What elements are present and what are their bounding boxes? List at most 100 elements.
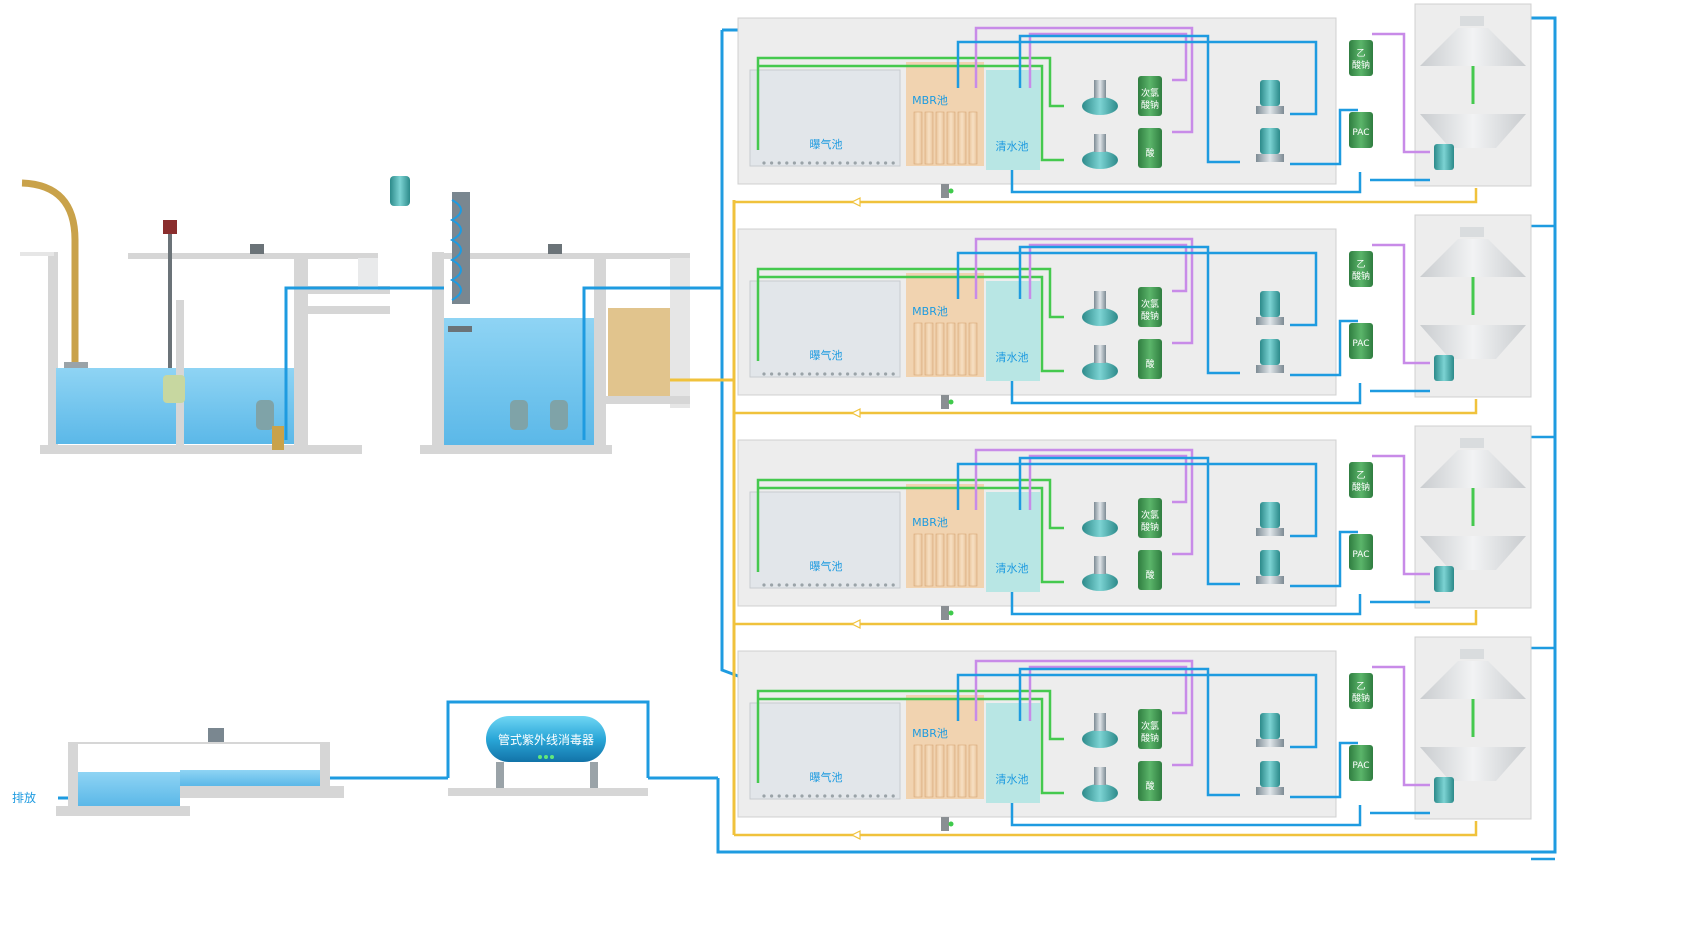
valve-indicator-icon — [948, 821, 954, 827]
flow-arrow-icon — [850, 197, 861, 207]
aeration-zone — [749, 280, 901, 378]
diffuser-dot — [815, 372, 819, 376]
sludge-pump-icon — [1434, 566, 1454, 592]
pump-base-icon — [1256, 576, 1284, 584]
diffuser-dot — [830, 794, 835, 798]
clear-label: 清水池 — [996, 773, 1029, 786]
diffuser-dot — [884, 583, 888, 587]
diffuser-dot — [868, 372, 873, 376]
diffuser-dot — [830, 161, 835, 165]
diffuser-dot — [792, 161, 797, 165]
diffuser-dot — [800, 583, 804, 587]
membrane-module — [946, 533, 956, 587]
diffuser-dot — [846, 372, 850, 376]
diffuser-dot — [777, 372, 781, 376]
diffuser-dot — [823, 583, 827, 587]
diffuser-dot — [808, 372, 812, 376]
diffuser-dot — [808, 161, 812, 165]
membrane-module — [913, 533, 923, 587]
drum-label: 乙 — [1356, 48, 1365, 59]
clear-zone — [986, 281, 1040, 381]
diffuser-dot — [861, 161, 865, 165]
diffuser-dot — [762, 161, 766, 165]
aeration-label: 曝气池 — [810, 137, 843, 151]
pump-base-icon — [1256, 787, 1284, 795]
diffuser-dot — [830, 372, 835, 376]
diffuser-dot — [853, 161, 857, 165]
vertical-pump-icon — [1260, 339, 1280, 365]
blower-icon — [1082, 362, 1118, 380]
valve-icon — [941, 395, 949, 409]
diffuser-dot — [876, 372, 880, 376]
drum-icon — [1138, 339, 1162, 379]
diffuser-dot — [853, 794, 857, 798]
diffuser-dot — [777, 794, 781, 798]
inlet-basin — [20, 179, 390, 454]
diffuser-dot — [876, 161, 880, 165]
diffuser-dot — [846, 161, 850, 165]
diffuser-dot — [846, 794, 850, 798]
hopper-cap-icon — [1460, 438, 1484, 448]
diffuser-dot — [838, 372, 842, 376]
aeration-label: 曝气池 — [810, 559, 843, 573]
drum-label: 次氯 — [1141, 298, 1159, 310]
mbr-label: MBR池 — [912, 305, 948, 318]
diffuser-dot — [770, 161, 774, 165]
flow-arrow-icon — [850, 619, 861, 629]
drum-label: 乙 — [1356, 259, 1365, 270]
flow-arrow-icon — [850, 830, 861, 840]
valve-icon — [941, 184, 949, 198]
diffuser-dot — [884, 794, 888, 798]
diffuser-dot — [868, 583, 873, 587]
drum-label: PAC — [1352, 550, 1369, 560]
drum-label: 酸 — [1145, 781, 1154, 792]
drum-label: 次氯 — [1141, 87, 1159, 99]
aeration-label: 曝气池 — [810, 770, 843, 784]
pump-base-icon — [1256, 365, 1284, 373]
membrane-module — [946, 111, 956, 165]
diffuser-dot — [861, 794, 865, 798]
vertical-pump-icon — [1260, 502, 1280, 528]
membrane-module — [935, 533, 945, 587]
valve-icon — [941, 606, 949, 620]
uv-disinfector: 管式紫外线消毒器 — [448, 716, 648, 796]
regulating-tank — [390, 176, 690, 454]
clear-label: 清水池 — [996, 562, 1029, 575]
diffuser-dot — [770, 372, 774, 376]
diffuser-dot — [792, 372, 797, 376]
membrane-module — [968, 322, 978, 376]
diffuser-dot — [777, 161, 781, 165]
membrane-module — [913, 322, 923, 376]
diffuser-dot — [785, 794, 789, 798]
diffuser-dot — [891, 794, 895, 798]
drum-icon — [1138, 128, 1162, 168]
blower-icon — [1082, 573, 1118, 591]
drum-label: 酸钠 — [1141, 99, 1159, 111]
diffuser-dot — [815, 583, 819, 587]
membrane-module — [946, 322, 956, 376]
diffuser-dot — [762, 372, 766, 376]
membrane-module — [957, 322, 967, 376]
membrane-module — [913, 111, 923, 165]
valve-indicator-icon — [948, 188, 954, 194]
diffuser-dot — [891, 583, 895, 587]
blower-motor-icon — [1094, 767, 1106, 785]
clear-zone — [986, 70, 1040, 170]
diffuser-dot — [876, 794, 880, 798]
diffuser-dot — [853, 372, 857, 376]
sludge-pipe — [734, 610, 1478, 626]
diffuser-dot — [785, 372, 789, 376]
diffuser-dot — [815, 794, 819, 798]
drum-icon — [1138, 761, 1162, 801]
treatment-unit-2: 曝气池MBR池清水池次氯酸钠酸乙酸钠PAC — [734, 214, 1555, 439]
diffuser-dot — [815, 161, 819, 165]
sludge-pump-icon — [1434, 144, 1454, 170]
blower-motor-icon — [1094, 80, 1106, 98]
treatment-unit-4: 曝气池MBR池清水池次氯酸钠酸乙酸钠PAC — [734, 636, 1555, 861]
membrane-module — [957, 533, 967, 587]
membrane-module — [935, 111, 945, 165]
drum-label: 酸 — [1145, 359, 1154, 370]
diffuser-dot — [808, 583, 812, 587]
diffuser-dot — [785, 583, 789, 587]
diffuser-dot — [777, 583, 781, 587]
